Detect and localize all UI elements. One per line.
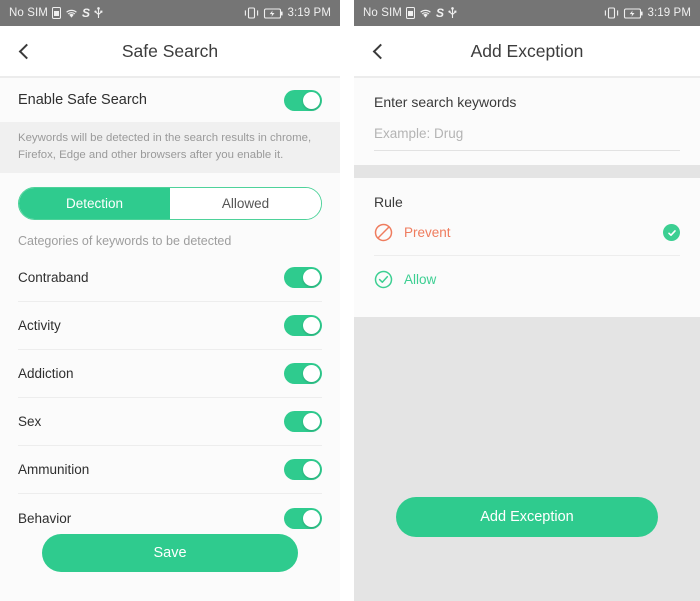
sync-status-letter: S [435,6,445,20]
usb-icon [448,7,457,19]
keywords-label: Enter search keywords [374,94,517,110]
rule-option-prevent[interactable]: Prevent [374,210,680,256]
rule-label: Prevent [404,225,451,240]
safe-search-screen: No SIM S 3:19 PM Safe Search Enable Safe… [0,0,340,601]
category-toggle[interactable] [284,363,322,385]
sim-card-icon [405,7,415,19]
rule-options-list: Prevent Allow [354,210,700,302]
back-button-right[interactable] [354,26,402,76]
toggle-knob [303,269,320,287]
status-bar-right-group: 3:19 PM [244,7,331,19]
page-title-right: Add Exception [470,40,584,61]
table-row[interactable]: Ammunition [18,446,322,495]
status-bar-right: No SIM S 3:19 PM [354,0,700,26]
back-button-left[interactable] [0,26,48,76]
title-bar-right: Add Exception [354,26,700,76]
category-label: Ammunition [18,462,90,478]
toggle-knob [303,365,320,383]
check-circle-icon [374,270,393,289]
carrier-label: No SIM [9,7,48,19]
clock-label: 3:19 PM [647,7,691,19]
category-toggle[interactable] [284,411,322,433]
rule-label: Allow [404,271,437,287]
tab-detection[interactable]: Detection [19,188,170,220]
save-button[interactable]: Save [42,534,298,572]
status-bar-left-group: No SIM S [9,6,103,20]
usb-icon [94,7,103,19]
rule-section-label: Rule [374,194,403,210]
add-exception-button[interactable]: Add Exception [396,497,658,537]
rule-option-allow[interactable]: Allow [374,256,680,302]
add-exception-body: Enter search keywords Rule Prevent [354,78,700,302]
category-toggle[interactable] [284,459,322,481]
category-label: Contraband [18,270,89,286]
category-toggle[interactable] [284,267,322,289]
toggle-knob [303,509,320,527]
battery-charging-icon [623,7,644,19]
category-label: Behavior [18,510,72,526]
table-row[interactable]: Activity [18,302,322,351]
status-bar-left-group: No SIM S [363,6,457,20]
category-label: Activity [18,318,61,334]
back-chevron-icon [18,43,34,59]
clock-label: 3:19 PM [287,7,331,19]
carrier-label: No SIM [363,7,402,19]
safe-search-hint-box: Keywords will be detected in the search … [0,122,340,174]
toggle-knob [303,91,320,109]
keyword-mode-tabs[interactable]: Detection Allowed [18,187,322,221]
categories-note: Categories of keywords to be detected [18,234,232,249]
safe-search-hint-text: Keywords will be detected in the search … [18,132,312,161]
category-toggle[interactable] [284,507,322,529]
category-label: Sex [18,414,42,430]
empty-area-fill [354,317,700,601]
keywords-field-wrap [354,110,700,151]
toggle-knob [303,461,320,479]
search-keywords-input[interactable] [374,122,680,151]
table-row[interactable]: Sex [18,398,322,447]
sync-status-letter: S [81,6,91,20]
vibrate-icon [604,7,619,19]
category-list: Contraband Activity Addiction Sex Ammuni… [0,254,340,542]
prohibition-icon [374,223,393,242]
toggle-knob [303,413,320,431]
enable-safe-search-row[interactable]: Enable Safe Search [0,78,340,122]
back-chevron-icon [372,43,388,59]
status-bar-left: No SIM S 3:19 PM [0,0,340,26]
panel-gutter [340,0,354,601]
battery-charging-icon [263,7,284,19]
status-bar-right-group: 3:19 PM [604,7,691,19]
dual-screenshot: No SIM S 3:19 PM Safe Search Enable Safe… [0,0,700,601]
wifi-icon [65,8,78,19]
enable-safe-search-toggle[interactable] [284,89,322,111]
category-label: Addiction [18,366,74,382]
toggle-knob [303,317,320,335]
wifi-icon [419,8,432,19]
title-bar-left: Safe Search [0,26,340,76]
add-exception-screen: No SIM S 3:19 PM Add Exception Enter sea… [354,0,700,601]
selected-check-icon [663,224,680,241]
section-separator-band [354,165,700,178]
sim-card-icon [51,7,61,19]
table-row[interactable]: Addiction [18,350,322,399]
enable-safe-search-label: Enable Safe Search [18,92,147,108]
page-title-left: Safe Search [121,40,219,61]
tab-allowed[interactable]: Allowed [170,188,321,220]
table-row[interactable]: Contraband [18,254,322,303]
category-toggle[interactable] [284,315,322,337]
vibrate-icon [244,7,259,19]
